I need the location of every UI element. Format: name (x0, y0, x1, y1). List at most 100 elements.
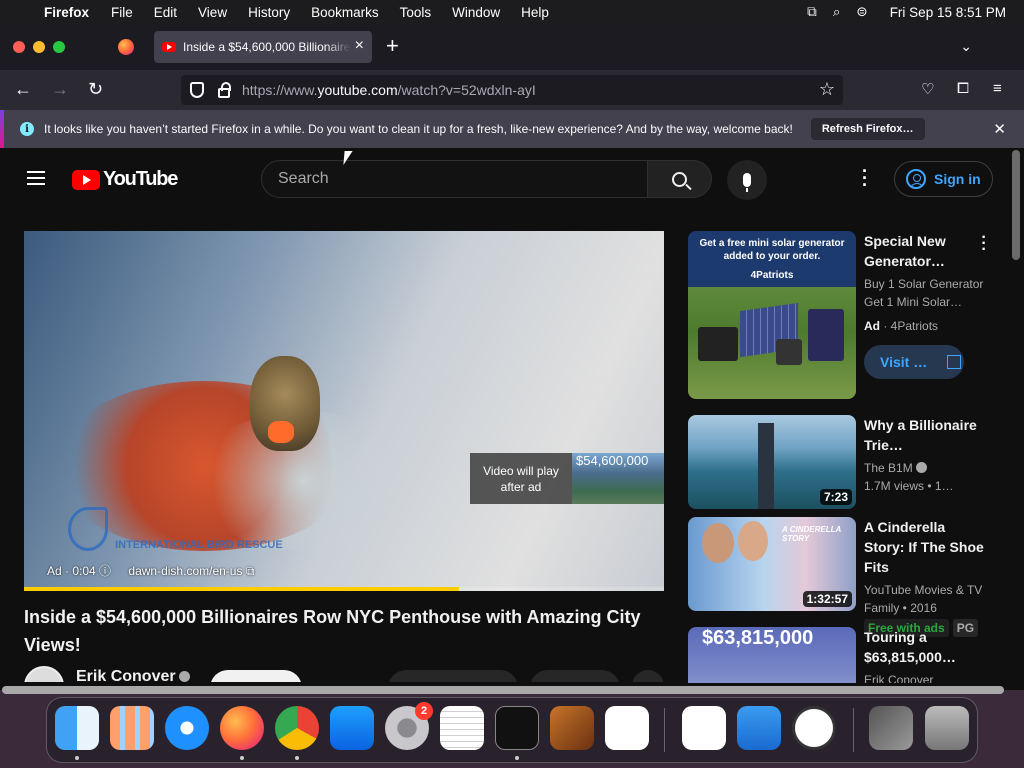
extensions-puzzle-icon[interactable]: ⧠ (957, 80, 969, 97)
new-tab-button[interactable]: + (386, 35, 399, 57)
thumbnail-person (738, 521, 768, 561)
search-input[interactable]: Search (261, 160, 648, 198)
ad-domain-link[interactable]: dawn-dish.com/en-us (128, 564, 242, 578)
finder-icon[interactable] (55, 706, 99, 750)
navigation-toolbar: ← → ↻ https://www.youtube.com/watch?v=52… (0, 70, 1024, 110)
video-player[interactable]: INTERNATIONAL BIRD RESCUE Ad · 0:04 ⓘ da… (24, 231, 664, 591)
ad-progress-fill (24, 587, 460, 591)
menu-clock[interactable]: Fri Sep 15 8:51 PM (890, 5, 1006, 20)
share-button[interactable] (530, 670, 620, 682)
macos-menu-bar: Firefox File Edit View History Bookmarks… (0, 0, 1024, 24)
sidebar-video-channel[interactable]: Erik Conover (864, 671, 984, 683)
sidebar-ad-item[interactable]: Get a free mini solar generator added to… (688, 230, 998, 401)
list-all-tabs-chevron-icon[interactable]: ⌄ (960, 38, 972, 55)
vscode-icon[interactable] (605, 706, 649, 750)
firefox-icon[interactable] (220, 706, 264, 750)
generator-unit (698, 327, 738, 361)
mini-generator (776, 339, 802, 365)
guide-menu-icon[interactable] (27, 171, 45, 185)
terminal-icon[interactable] (495, 706, 539, 750)
menu-bookmarks[interactable]: Bookmarks (311, 5, 379, 20)
menu-edit[interactable]: Edit (154, 5, 177, 20)
tab-close-icon[interactable]: × (355, 37, 364, 55)
lock-icon[interactable] (218, 81, 231, 98)
ad-progress-bar[interactable] (24, 587, 664, 591)
settings-kebab-icon[interactable]: · · · (860, 162, 870, 194)
sidebar-video-item[interactable]: 7:23 Why a Billionaire Trie… The B1M 1.7… (688, 415, 998, 509)
ad-info-icon[interactable]: ⓘ (99, 564, 111, 578)
trash-icon[interactable] (925, 706, 969, 750)
sidebar-video-title[interactable]: Touring a $63,815,000… (864, 627, 984, 667)
back-arrow-icon[interactable]: ← (14, 79, 32, 100)
ad-menu-kebab-icon[interactable]: · · · (980, 230, 988, 258)
microphone-icon (743, 173, 751, 192)
sign-in-button[interactable]: Sign in (894, 161, 993, 197)
sidebar-video-title[interactable]: A Cinderella Story: If The Shoe Fits (864, 517, 984, 577)
garageband-icon[interactable] (550, 706, 594, 750)
more-actions-button[interactable] (632, 670, 664, 682)
menu-file[interactable]: File (111, 5, 133, 20)
sidebar-video-title[interactable]: Why a Billionaire Trie… (864, 415, 984, 455)
menu-window[interactable]: Window (452, 5, 500, 20)
sidebar-video-channel[interactable]: YouTube Movies & TV (864, 581, 984, 599)
visual-studio-icon[interactable] (682, 706, 726, 750)
subscribe-button[interactable] (210, 670, 302, 682)
window-zoom-button[interactable] (53, 41, 65, 53)
open-external-icon (947, 355, 962, 369)
pinned-tab-firefox[interactable] (109, 31, 143, 63)
spotlight-search-icon[interactable]: ⌕ (833, 4, 841, 20)
menu-history[interactable]: History (248, 5, 290, 20)
sidebar-video-thumbnail[interactable]: A CINDERELLA STORY 1:32:57 (688, 517, 856, 611)
safari-icon[interactable] (165, 706, 209, 750)
window-minimize-button[interactable] (33, 41, 45, 53)
launchpad-icon[interactable] (110, 706, 154, 750)
sidebar-ad-thumbnail[interactable]: Get a free mini solar generator added to… (688, 231, 856, 399)
weather-icon[interactable] (737, 706, 781, 750)
sidebar-video-thumbnail[interactable]: $63,815,000 (688, 627, 856, 683)
sidebar-ad-title[interactable]: Special New Generator… (864, 231, 984, 271)
sidebar-video-thumbnail[interactable]: 7:23 (688, 415, 856, 509)
textedit-icon[interactable] (440, 706, 484, 750)
visit-advertiser-button[interactable]: Visit … (864, 345, 964, 379)
reload-icon[interactable]: ↻ (88, 79, 103, 100)
channel-avatar[interactable] (24, 666, 64, 682)
like-dislike-button[interactable] (388, 670, 518, 682)
page-vertical-scrollbar[interactable] (1012, 150, 1020, 260)
control-center-icon[interactable]: ⊜ (856, 4, 867, 20)
video-will-play-after-ad[interactable]: Video will play after ad $54,600,000 (470, 453, 664, 504)
forward-arrow-icon[interactable]: → (51, 79, 69, 100)
tracking-protection-shield-icon[interactable] (190, 82, 204, 98)
external-link-icon[interactable]: ⧉ (246, 564, 255, 578)
sidebar-video-channel[interactable]: The B1M (864, 459, 984, 477)
channel-name[interactable]: Erik Conover (76, 668, 190, 682)
sidebar-video-item[interactable]: $63,815,000 Touring a $63,815,000… Erik … (688, 627, 998, 683)
window-close-button[interactable] (13, 41, 25, 53)
pocket-icon[interactable]: ♡ (921, 80, 934, 98)
running-indicator (240, 756, 244, 760)
downloads-stack-icon[interactable] (869, 706, 913, 750)
bird-rescue-watermark: INTERNATIONAL BIRD RESCUE (68, 507, 283, 551)
play-after-ad-text: Video will play after ad (470, 453, 572, 504)
youtube-play-logo-icon (72, 169, 100, 190)
bridge-tower (758, 423, 774, 509)
youtube-logo[interactable]: YouTube (72, 168, 178, 191)
search-button[interactable] (648, 160, 712, 198)
address-bar[interactable]: https://www.youtube.com/watch?v=52wdxln-… (181, 75, 843, 105)
app-menu-hamburger-icon[interactable]: ≡ (993, 80, 1002, 97)
notification-close-icon[interactable]: ✕ (993, 120, 1006, 138)
tab-youtube-active[interactable]: Inside a $54,600,000 Billionaires Row NY… (154, 31, 372, 63)
menu-tools[interactable]: Tools (400, 5, 432, 20)
chrome-icon[interactable] (275, 706, 319, 750)
menu-help[interactable]: Help (521, 5, 549, 20)
screen-mirroring-icon[interactable]: ⧉ (807, 4, 817, 20)
sidebar-video-item[interactable]: A CINDERELLA STORY 1:32:57 A Cinderella … (688, 517, 998, 637)
app-store-icon[interactable] (330, 706, 374, 750)
clock-icon[interactable] (792, 706, 836, 750)
voice-search-button[interactable] (727, 160, 767, 200)
menu-app-firefox[interactable]: Firefox (44, 5, 89, 20)
bookmark-star-icon[interactable]: ☆ (819, 79, 835, 100)
url-text[interactable]: https://www.youtube.com/watch?v=52wdxln-… (242, 82, 536, 98)
page-horizontal-scrollbar[interactable] (2, 686, 1004, 694)
refresh-firefox-button[interactable]: Refresh Firefox… (810, 118, 925, 140)
menu-view[interactable]: View (198, 5, 227, 20)
